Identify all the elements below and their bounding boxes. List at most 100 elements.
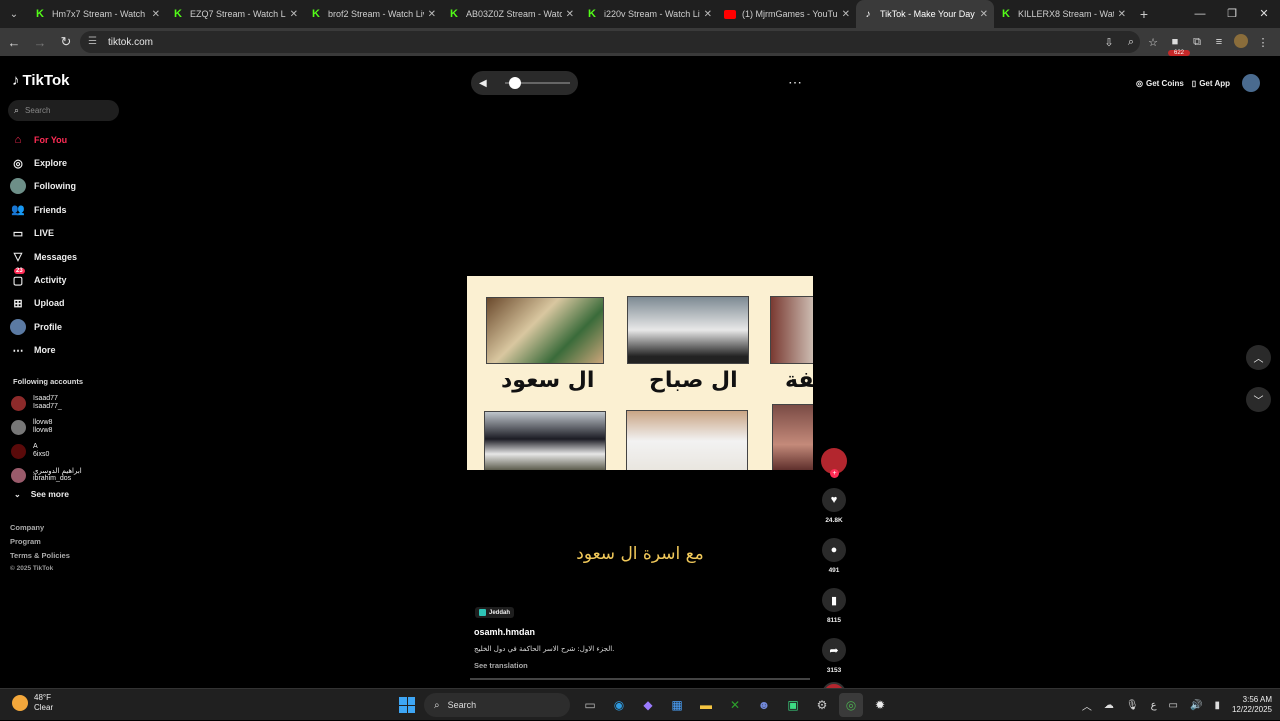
bookmark-star-icon[interactable]: ☆ — [1142, 36, 1164, 49]
previous-video-button[interactable]: ︿ — [1246, 345, 1271, 370]
taskbar-search[interactable]: ⌕ Search — [424, 693, 570, 717]
close-tab-icon[interactable]: ✕ — [980, 9, 988, 20]
language-indicator[interactable]: ع — [1151, 700, 1157, 711]
close-tab-icon[interactable]: ✕ — [842, 9, 850, 20]
file-explorer-icon[interactable]: ▬ — [694, 693, 718, 717]
see-more-button[interactable]: ⌄ See more — [14, 489, 69, 499]
steam-icon[interactable]: ⚙ — [810, 693, 834, 717]
nav-more[interactable]: ⋯ More — [10, 339, 77, 362]
close-window-icon[interactable]: ✕ — [1248, 0, 1280, 28]
install-app-icon[interactable]: ⇩ — [1098, 36, 1120, 49]
tab-0[interactable]: K Hm7x7 Stream - Watch Live ✕ — [28, 0, 166, 28]
share-button[interactable]: ➦ 3153 — [820, 638, 848, 674]
location-tag[interactable]: Jeddah — [475, 607, 515, 618]
more-options-icon[interactable]: ⋯ — [788, 74, 802, 91]
volume-slider-knob[interactable] — [508, 77, 521, 89]
store-icon[interactable]: ▦ — [665, 693, 689, 717]
user-avatar[interactable] — [1242, 74, 1260, 92]
tab-3[interactable]: K AB03Z0Z Stream - Watch ✕ — [442, 0, 580, 28]
volume-icon[interactable]: 🔊 — [1190, 700, 1202, 711]
chrome-icon[interactable]: ◎ — [839, 693, 863, 717]
tab-4[interactable]: K i220v Stream - Watch Live ✕ — [580, 0, 718, 28]
speaker-icon[interactable]: ◀ — [479, 78, 487, 89]
get-coins-button[interactable]: ◎ Get Coins — [1136, 79, 1184, 88]
creator-avatar[interactable]: + — [821, 448, 847, 478]
back-icon[interactable]: ← — [2, 35, 26, 50]
following-account[interactable]: A 6ixs0 — [11, 439, 82, 463]
network-icon[interactable]: ▭ — [1169, 700, 1178, 711]
maximize-icon[interactable]: ❐ — [1216, 0, 1248, 28]
nav-explore[interactable]: ◎ Explore — [10, 151, 77, 174]
reading-list-icon[interactable]: ≡ — [1208, 36, 1230, 48]
address-bar[interactable]: ☰ tiktok.com — [80, 31, 1140, 53]
close-tab-icon[interactable]: ✕ — [566, 9, 574, 20]
discord-icon[interactable]: ☻ — [752, 693, 776, 717]
see-translation-link[interactable]: See translation — [474, 661, 528, 670]
close-tab-icon[interactable]: ✕ — [290, 9, 298, 20]
battery-icon[interactable]: ▮ — [1214, 700, 1220, 711]
tab-7[interactable]: K KILLERX8 Stream - Watch ✕ — [994, 0, 1132, 28]
zoom-icon[interactable]: ⌕ — [1120, 36, 1142, 49]
onedrive-icon[interactable]: ☁ — [1104, 700, 1114, 711]
copilot-icon[interactable]: ◆ — [636, 693, 660, 717]
tab-1[interactable]: K EZQ7 Stream - Watch Live ✕ — [166, 0, 304, 28]
forward-icon[interactable]: → — [28, 35, 52, 50]
tab-2[interactable]: K brof2 Stream - Watch Live ✕ — [304, 0, 442, 28]
close-tab-icon[interactable]: ✕ — [428, 9, 436, 20]
tab-search-menu[interactable]: ⌄ — [0, 0, 28, 28]
nav-live[interactable]: ▭ LIVE — [10, 222, 77, 245]
site-info-icon[interactable]: ☰ — [88, 36, 100, 48]
video-progress-bar[interactable] — [470, 678, 810, 680]
task-view-icon[interactable]: ▭ — [578, 693, 602, 717]
android-app-icon[interactable]: ▣ — [781, 693, 805, 717]
browser-menu-icon[interactable]: ⋮ — [1252, 36, 1274, 49]
tab-title: brof2 Stream - Watch Live — [328, 9, 424, 19]
weather-widget[interactable]: 48°F Clear — [12, 693, 53, 713]
profile-avatar[interactable] — [1230, 33, 1252, 51]
tab-6[interactable]: ♪ TikTok - Make Your Day ✕ — [856, 0, 994, 28]
get-app-button[interactable]: ▯ Get App — [1192, 79, 1230, 88]
following-account[interactable]: ابراهيم الدوسري ibrahim_dos — [11, 463, 82, 487]
clock[interactable]: 3:56 AM 12/22/2025 — [1232, 695, 1272, 715]
comment-button[interactable]: ● 491 — [820, 538, 848, 574]
footer-program-link[interactable]: Program — [10, 537, 70, 551]
close-tab-icon[interactable]: ✕ — [1118, 9, 1126, 20]
nav-messages[interactable]: ▽ Messages — [10, 245, 77, 268]
next-video-button[interactable]: ﹀ — [1246, 387, 1271, 412]
footer-terms-link[interactable]: Terms & Policies — [10, 551, 70, 565]
new-tab-button[interactable]: + — [1132, 6, 1156, 22]
volume-control[interactable]: ◀ — [471, 71, 578, 95]
nav-following[interactable]: Following — [10, 175, 77, 198]
nav-upload[interactable]: ⊞ Upload — [10, 292, 77, 315]
nav-friends[interactable]: 👥 Friends — [10, 198, 77, 221]
video-author[interactable]: osamh.hmdan — [474, 627, 535, 637]
video-photo — [772, 404, 813, 470]
start-button[interactable] — [395, 693, 419, 717]
tab-title: Hm7x7 Stream - Watch Live — [52, 9, 148, 19]
following-account[interactable]: Isaad77 Isaad77_ — [11, 391, 82, 415]
video-player[interactable]: ال سعود ال صباح يفة — [467, 276, 813, 470]
following-account[interactable]: llovw8 llovw8 — [11, 415, 82, 439]
xbox-icon[interactable]: ✕ — [723, 693, 747, 717]
search-input[interactable]: ⌕ Search — [8, 100, 119, 121]
like-button[interactable]: ♥ 24.8K — [820, 488, 848, 524]
edge-icon[interactable]: ◉ — [607, 693, 631, 717]
close-tab-icon[interactable]: ✕ — [704, 9, 712, 20]
nav-activity[interactable]: ▢ 23 Activity — [10, 268, 77, 291]
reload-icon[interactable]: ↻ — [54, 34, 78, 50]
follow-plus-icon[interactable]: + — [830, 469, 839, 478]
close-tab-icon[interactable]: ✕ — [152, 9, 160, 20]
extensions-puzzle-icon[interactable]: ⧉ — [1186, 36, 1208, 49]
nav-for-you[interactable]: ⌂ For You — [10, 128, 77, 151]
tab-5[interactable]: (1) MjrmGames - YouTube ✕ — [718, 0, 856, 28]
minimize-icon[interactable]: — — [1184, 0, 1216, 28]
settings-gear-icon[interactable]: ✹ — [868, 693, 892, 717]
nav-profile[interactable]: Profile — [10, 315, 77, 338]
save-button[interactable]: ▮ 8115 — [820, 588, 848, 624]
tiktok-logo[interactable]: ♪ TikTok — [12, 72, 69, 89]
footer-company-link[interactable]: Company — [10, 523, 70, 537]
microphone-icon[interactable]: 🎙 — [1126, 700, 1139, 711]
like-count: 24.8K — [825, 517, 843, 524]
extension-icon[interactable]: ■ 622 — [1164, 36, 1190, 56]
tray-overflow-icon[interactable]: ︿ — [1082, 698, 1092, 713]
